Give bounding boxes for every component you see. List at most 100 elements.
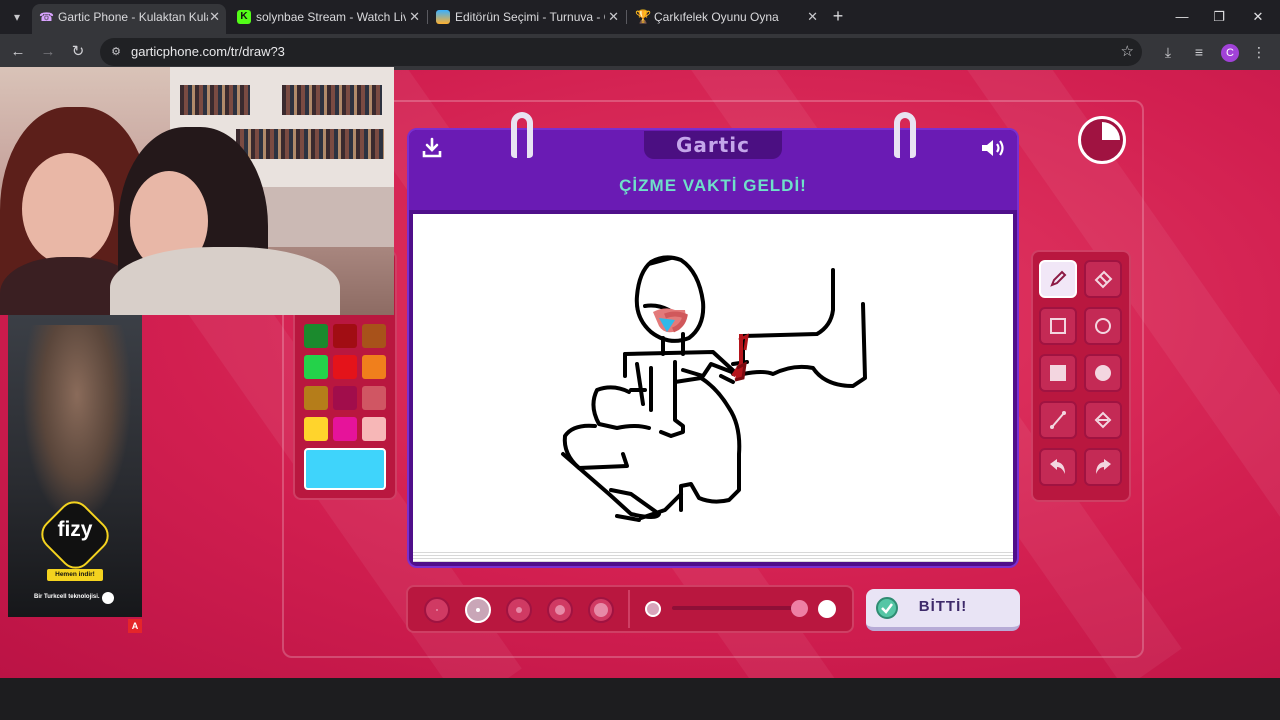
tab-separator <box>626 10 627 24</box>
selected-color-preview[interactable] <box>304 448 386 490</box>
opacity-slider-handle[interactable] <box>791 600 808 617</box>
address-bar[interactable]: ⚙ garticphone.com/tr/draw?3 ☆ <box>100 38 1142 66</box>
url-text[interactable]: garticphone.com/tr/draw?3 <box>131 38 285 66</box>
ellipse-outline-tool[interactable] <box>1084 307 1122 345</box>
circle-filled-icon <box>1095 365 1111 381</box>
ellipse-fill-tool[interactable] <box>1084 354 1122 392</box>
rectangle-outline-tool[interactable] <box>1039 307 1077 345</box>
streamer-webcam <box>0 67 394 315</box>
close-tab-icon[interactable]: ✕ <box>209 4 220 30</box>
drawing-canvas[interactable] <box>413 214 1013 550</box>
color-swatch-dark-red[interactable] <box>333 324 357 348</box>
controls-divider <box>628 590 630 628</box>
taskbar-strip <box>0 678 1280 720</box>
pen-tool[interactable] <box>1039 260 1077 298</box>
fill-bucket-tool[interactable] <box>1084 401 1122 439</box>
brush-size-5[interactable] <box>588 597 614 623</box>
tab-gartic-phone[interactable]: ☎ Gartic Phone - Kulaktan Kulağa ✕ <box>32 4 226 34</box>
books <box>282 85 382 115</box>
ad-choices-badge[interactable]: A <box>128 619 142 633</box>
close-tab-icon[interactable]: ✕ <box>608 4 619 30</box>
brush-size-4[interactable] <box>547 597 573 623</box>
brush-size-1[interactable] <box>424 597 450 623</box>
site-info-icon[interactable]: ⚙ <box>108 44 124 60</box>
eraser-icon <box>1094 270 1113 289</box>
color-swatch-rose[interactable] <box>362 386 386 410</box>
tab-label: Gartic Phone - Kulaktan Kulağa <box>58 10 208 24</box>
tab-strip: ▾ ☎ Gartic Phone - Kulaktan Kulağa ✕ K s… <box>0 0 1280 34</box>
trophy-icon: 🏆 <box>635 9 652 24</box>
color-swatch-magenta[interactable] <box>333 417 357 441</box>
forward-icon[interactable]: → <box>37 41 59 63</box>
opacity-slider-track[interactable] <box>672 606 800 610</box>
page-title: ÇİZME VAKTİ GELDİ! <box>619 176 807 195</box>
tab-editor-secimi[interactable]: Editörün Seçimi - Turnuva - Qu ✕ <box>429 4 625 30</box>
binder-ring-right <box>894 112 916 158</box>
brush-size-3[interactable] <box>506 597 532 623</box>
quiz-icon <box>436 10 450 24</box>
eraser-tool[interactable] <box>1084 260 1122 298</box>
bookmark-star-icon[interactable]: ☆ <box>1121 42 1134 60</box>
opacity-min-indicator <box>645 601 661 617</box>
paint-bucket-icon <box>1094 411 1112 429</box>
ad-footer-text: Bir Turkcell teknolojisi. <box>34 594 100 600</box>
tab-label: solynbae Stream - Watch Live o <box>256 10 406 24</box>
player-drawing <box>561 255 867 522</box>
ad-brand: fizy <box>57 518 93 541</box>
canvas-page-edges <box>413 550 1013 562</box>
square-filled-icon <box>1050 365 1066 381</box>
media-control-icon[interactable]: ≡ <box>1189 42 1209 62</box>
close-window-icon[interactable]: ✕ <box>1247 6 1269 28</box>
color-swatch-ochre[interactable] <box>304 386 328 410</box>
undo-tool[interactable] <box>1039 448 1077 486</box>
back-icon[interactable]: ← <box>7 41 29 63</box>
close-tab-icon[interactable]: ✕ <box>409 4 420 30</box>
color-swatch-red[interactable] <box>333 355 357 379</box>
books <box>180 85 250 115</box>
minimize-icon[interactable]: — <box>1171 6 1193 28</box>
size-indicator <box>476 608 480 612</box>
binder-ring-left <box>511 112 533 158</box>
square-outline-icon <box>1050 318 1066 334</box>
redo-icon <box>1096 459 1111 474</box>
restore-icon[interactable]: ❐ <box>1208 6 1230 28</box>
books <box>236 129 384 159</box>
size-indicator <box>436 609 438 611</box>
color-swatch-orange[interactable] <box>362 355 386 379</box>
round-timer <box>1078 116 1126 164</box>
streamer-right-hoodie <box>110 247 340 315</box>
color-swatch-green[interactable] <box>304 355 328 379</box>
gartic-logo: Gartic <box>644 131 782 159</box>
tab-solynbae-stream[interactable]: K solynbae Stream - Watch Live o ✕ <box>230 4 426 30</box>
profile-avatar[interactable]: C <box>1221 44 1239 62</box>
brush-size-2[interactable] <box>465 597 491 623</box>
color-swatch-wine[interactable] <box>333 386 357 410</box>
volume-icon[interactable] <box>979 136 1007 160</box>
streamer-left-face <box>22 153 114 265</box>
color-swatch-yellow[interactable] <box>304 417 328 441</box>
color-swatch-brown[interactable] <box>362 324 386 348</box>
undo-icon <box>1050 459 1065 474</box>
download-drawing-icon[interactable] <box>420 136 444 160</box>
size-indicator <box>516 607 522 613</box>
ad-cta-button[interactable]: Hemen indir! <box>47 569 103 581</box>
tab-search-button[interactable]: ▾ <box>6 6 28 28</box>
color-swatch-pink[interactable] <box>362 417 386 441</box>
browser-menu-icon[interactable]: ⋮ <box>1249 42 1269 62</box>
redo-tool[interactable] <box>1084 448 1122 486</box>
tab-label: Çarkıfelek Oyunu Oyna <box>654 10 779 24</box>
rectangle-fill-tool[interactable] <box>1039 354 1077 392</box>
turkcell-logo-icon <box>102 592 114 604</box>
line-tool[interactable] <box>1039 401 1077 439</box>
kick-icon: K <box>237 10 251 24</box>
browser-toolbar: ← → ↻ ⚙ garticphone.com/tr/draw?3 ☆ ⤓ ≡ … <box>0 34 1280 70</box>
done-button[interactable]: BİTTİ! <box>866 589 1020 631</box>
download-icon[interactable]: ⤓ <box>1158 42 1178 62</box>
reload-icon[interactable]: ↻ <box>67 41 89 63</box>
tab-label: Editörün Seçimi - Turnuva - Qu <box>455 10 605 24</box>
close-tab-icon[interactable]: ✕ <box>807 4 818 30</box>
new-tab-button[interactable]: + <box>828 6 848 26</box>
tab-carkifelek[interactable]: 🏆 Çarkıfelek Oyunu Oyna ✕ <box>628 4 824 30</box>
opacity-max-indicator <box>818 600 836 618</box>
color-swatch-dark-green[interactable] <box>304 324 328 348</box>
